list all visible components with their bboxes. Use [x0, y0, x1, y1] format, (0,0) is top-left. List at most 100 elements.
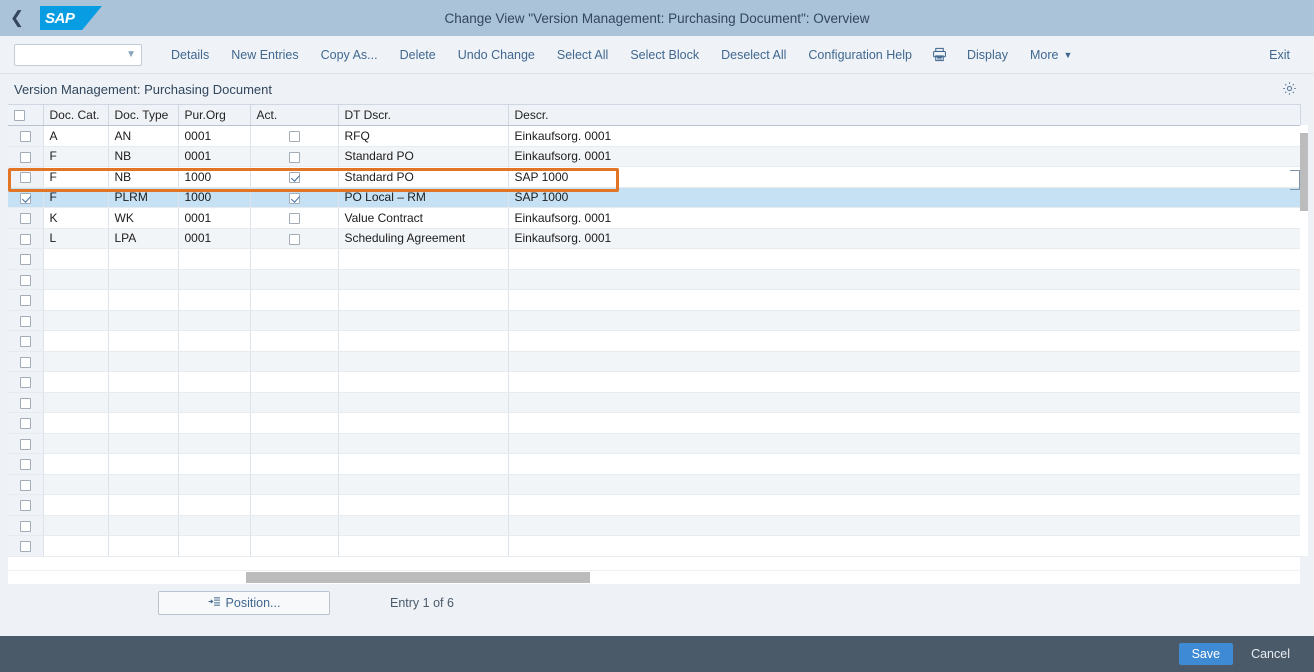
cell-act[interactable]: [250, 372, 338, 393]
cell-descr[interactable]: [508, 454, 1300, 475]
cell-descr[interactable]: [508, 249, 1300, 270]
row-select-cell[interactable]: [8, 495, 43, 516]
cell-doc-type[interactable]: [108, 290, 178, 311]
cell-descr[interactable]: SAP 1000: [508, 187, 1300, 208]
undo-change-button[interactable]: Undo Change: [447, 44, 546, 66]
save-button[interactable]: Save: [1179, 643, 1234, 665]
cell-descr[interactable]: Einkaufsorg. 0001: [508, 208, 1300, 229]
row-select-checkbox[interactable]: [20, 295, 31, 306]
cell-doc-type[interactable]: [108, 310, 178, 331]
cell-dt-dscr[interactable]: [338, 310, 508, 331]
column-header-act[interactable]: Act.: [250, 105, 338, 126]
row-select-checkbox[interactable]: [20, 254, 31, 265]
cell-descr[interactable]: [508, 269, 1300, 290]
cell-descr[interactable]: [508, 310, 1300, 331]
row-select-cell[interactable]: [8, 351, 43, 372]
cell-descr[interactable]: Einkaufsorg. 0001: [508, 228, 1300, 249]
cell-dt-dscr[interactable]: [338, 515, 508, 536]
row-select-cell[interactable]: [8, 208, 43, 229]
cell-pur-org[interactable]: [178, 351, 250, 372]
cell-dt-dscr[interactable]: [338, 433, 508, 454]
cell-doc-type[interactable]: [108, 392, 178, 413]
cell-descr[interactable]: [508, 351, 1300, 372]
cell-act[interactable]: [250, 536, 338, 557]
row-select-cell[interactable]: [8, 187, 43, 208]
column-header-doc-cat[interactable]: Doc. Cat.: [43, 105, 108, 126]
row-select-checkbox[interactable]: [20, 377, 31, 388]
row-select-checkbox[interactable]: [20, 131, 31, 142]
delete-button[interactable]: Delete: [389, 44, 447, 66]
cell-dt-dscr[interactable]: [338, 331, 508, 352]
cell-dt-dscr[interactable]: RFQ: [338, 126, 508, 147]
cell-act[interactable]: [250, 269, 338, 290]
table-row-empty[interactable]: [8, 392, 1300, 413]
cell-act[interactable]: [250, 515, 338, 536]
more-button[interactable]: More ▼: [1019, 44, 1083, 66]
table-row-empty[interactable]: [8, 249, 1300, 270]
cell-doc-cat[interactable]: K: [43, 208, 108, 229]
printer-icon[interactable]: [923, 44, 956, 65]
cell-pur-org[interactable]: 0001: [178, 208, 250, 229]
cell-act[interactable]: [250, 454, 338, 475]
row-select-cell[interactable]: [8, 167, 43, 188]
cell-pur-org[interactable]: [178, 495, 250, 516]
new-entries-button[interactable]: New Entries: [220, 44, 309, 66]
column-header-doc-type[interactable]: Doc. Type: [108, 105, 178, 126]
cell-dt-dscr[interactable]: Standard PO: [338, 167, 508, 188]
row-select-cell[interactable]: [8, 126, 43, 147]
cell-doc-cat[interactable]: F: [43, 146, 108, 167]
table-row[interactable]: KWK0001Value ContractEinkaufsorg. 0001: [8, 208, 1300, 229]
column-header-pur-org[interactable]: Pur.Org: [178, 105, 250, 126]
cell-doc-cat[interactable]: [43, 249, 108, 270]
cell-pur-org[interactable]: [178, 331, 250, 352]
details-button[interactable]: Details: [160, 44, 220, 66]
row-select-cell[interactable]: [8, 331, 43, 352]
select-all-checkbox[interactable]: [14, 110, 25, 121]
cell-dt-dscr[interactable]: Standard PO: [338, 146, 508, 167]
vertical-scrollbar-thumb[interactable]: [1300, 133, 1308, 211]
cell-dt-dscr[interactable]: Value Contract: [338, 208, 508, 229]
cell-doc-type[interactable]: [108, 249, 178, 270]
row-select-cell[interactable]: [8, 269, 43, 290]
cell-doc-cat[interactable]: [43, 290, 108, 311]
row-select-cell[interactable]: [8, 310, 43, 331]
cell-doc-type[interactable]: [108, 269, 178, 290]
row-select-cell[interactable]: [8, 433, 43, 454]
cell-doc-cat[interactable]: [43, 433, 108, 454]
cell-dt-dscr[interactable]: [338, 536, 508, 557]
cell-act[interactable]: [250, 351, 338, 372]
cell-descr[interactable]: [508, 536, 1300, 557]
cell-descr[interactable]: [508, 495, 1300, 516]
act-checkbox[interactable]: [289, 172, 300, 183]
cell-descr[interactable]: [508, 413, 1300, 434]
cell-doc-type[interactable]: LPA: [108, 228, 178, 249]
cell-doc-type[interactable]: [108, 515, 178, 536]
table-row-empty[interactable]: [8, 433, 1300, 454]
cell-pur-org[interactable]: 0001: [178, 228, 250, 249]
cell-doc-type[interactable]: [108, 454, 178, 475]
cell-pur-org[interactable]: [178, 249, 250, 270]
cell-doc-cat[interactable]: F: [43, 167, 108, 188]
cell-doc-cat[interactable]: A: [43, 126, 108, 147]
column-header-descr[interactable]: Descr.: [508, 105, 1300, 126]
cell-doc-type[interactable]: [108, 351, 178, 372]
table-row-empty[interactable]: [8, 536, 1300, 557]
table-row-empty[interactable]: [8, 413, 1300, 434]
row-select-checkbox[interactable]: [20, 193, 31, 204]
cell-dt-dscr[interactable]: [338, 474, 508, 495]
cell-descr[interactable]: SAP 1000: [508, 167, 1300, 188]
cell-act[interactable]: [250, 310, 338, 331]
cell-descr[interactable]: [508, 515, 1300, 536]
table-row-empty[interactable]: [8, 310, 1300, 331]
cell-doc-type[interactable]: [108, 474, 178, 495]
cell-doc-type[interactable]: AN: [108, 126, 178, 147]
row-select-cell[interactable]: [8, 515, 43, 536]
table-row-empty[interactable]: [8, 331, 1300, 352]
cell-doc-cat[interactable]: [43, 536, 108, 557]
cell-dt-dscr[interactable]: [338, 495, 508, 516]
cell-dt-dscr[interactable]: PO Local – RM: [338, 187, 508, 208]
row-select-cell[interactable]: [8, 372, 43, 393]
cell-pur-org[interactable]: [178, 474, 250, 495]
cell-descr[interactable]: Einkaufsorg. 0001: [508, 146, 1300, 167]
act-checkbox[interactable]: [289, 193, 300, 204]
